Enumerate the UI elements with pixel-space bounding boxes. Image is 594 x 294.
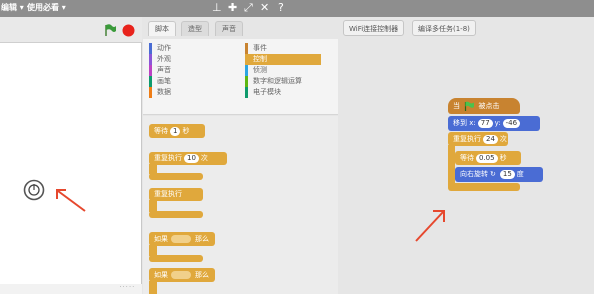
turn-degrees-input[interactable]: 15 xyxy=(499,170,515,179)
sprite-timer[interactable] xyxy=(23,179,45,201)
repeat-block-label: 重复执行 xyxy=(154,154,182,162)
palette-tabs: 脚本 造型 声音 xyxy=(143,17,338,39)
category-pen[interactable]: 画笔 xyxy=(149,76,239,87)
forever-block-label: 重复执行 xyxy=(154,190,182,198)
shrink-icon[interactable]: ✕ xyxy=(260,1,269,15)
wait-block-label: 等待 xyxy=(154,127,168,135)
hat-label: 当 xyxy=(453,102,460,110)
repeat-count-input[interactable]: 24 xyxy=(483,135,498,144)
stage[interactable] xyxy=(0,43,142,286)
wait-label: 等待 xyxy=(460,154,474,162)
stage-coords: · · · · · xyxy=(119,284,134,290)
y-label: y: xyxy=(494,119,501,127)
wait-block[interactable]: 等待 1 秒 xyxy=(149,124,205,138)
menu-usage[interactable]: 使用必看 ▾ xyxy=(27,2,66,13)
expand-icon[interactable]: ⤢ xyxy=(244,1,253,15)
forever-block[interactable]: 重复执行 xyxy=(149,188,209,218)
category-sensing[interactable]: 侦测 xyxy=(245,65,321,76)
red-arrow-annotation xyxy=(56,189,86,212)
tab-scripts[interactable]: 脚本 xyxy=(148,21,176,36)
category-electronics[interactable]: 电子模块 xyxy=(245,87,321,98)
category-sound[interactable]: 声音 xyxy=(149,65,239,76)
wait-block-unit: 秒 xyxy=(182,127,190,135)
green-flag-icon xyxy=(465,101,475,111)
go-to-label: 移到 x: xyxy=(453,119,476,127)
tab-costumes[interactable]: 造型 xyxy=(181,21,209,36)
stop-icon[interactable] xyxy=(122,24,135,37)
when-flag-clicked-block[interactable]: 当 被点击 xyxy=(448,98,520,114)
if-block[interactable]: 如果 那么 xyxy=(149,232,219,262)
category-operators[interactable]: 数字和逻辑运算 xyxy=(245,76,321,87)
wait-block-value[interactable]: 1 xyxy=(170,127,181,136)
repeat-block-value[interactable]: 10 xyxy=(184,154,199,163)
menu-edit[interactable]: 编辑 ▾ xyxy=(1,2,24,13)
category-looks[interactable]: 外观 xyxy=(149,54,239,65)
help-icon[interactable]: ? xyxy=(278,1,284,15)
stamp-icon[interactable]: ⊥ xyxy=(212,1,222,15)
stage-header xyxy=(0,17,142,43)
stage-footer: · · · · · xyxy=(0,284,142,294)
category-events[interactable]: 事件 xyxy=(245,43,321,54)
category-list: 动作 外观 声音 画笔 数据 事件 控制 侦测 数字和逻辑运算 电子模块 xyxy=(143,39,338,115)
turn-label: 向右旋转 xyxy=(460,170,488,178)
x-value-input[interactable]: 77 xyxy=(477,119,493,128)
go-to-xy-block[interactable]: 移到 x: 77 y: -46 xyxy=(448,116,540,131)
if-block-2[interactable]: 如果 那么 xyxy=(149,268,219,294)
if-block-2-label: 如果 xyxy=(154,271,168,279)
hat-suffix: 被点击 xyxy=(478,102,500,110)
turn-right-block[interactable]: 向右旋转 ↻ 15 度 xyxy=(455,167,543,182)
repeat-unit: 次 xyxy=(499,135,507,143)
category-motion[interactable]: 动作 xyxy=(149,43,239,54)
if-block-then: 那么 xyxy=(195,235,209,243)
y-value-input[interactable]: -46 xyxy=(502,119,521,128)
red-arrow-annotation xyxy=(415,210,445,242)
category-data[interactable]: 数据 xyxy=(149,87,239,98)
wait-0-05-block[interactable]: 等待 0.05 秒 xyxy=(455,151,521,165)
category-control[interactable]: 控制 xyxy=(245,54,321,65)
wait-seconds-input[interactable]: 0.05 xyxy=(476,154,498,163)
wait-unit: 秒 xyxy=(499,154,507,162)
repeat-block-unit: 次 xyxy=(200,154,208,162)
block-palette: 等待 1 秒 重复执行 10 次 重复执行 如果 那么 如果 那么 xyxy=(143,116,338,294)
rotate-cw-icon: ↻ xyxy=(490,170,496,178)
if-block-2-then: 那么 xyxy=(195,271,209,279)
grow-icon[interactable]: ✚ xyxy=(228,1,237,15)
tab-sounds[interactable]: 声音 xyxy=(215,21,243,36)
turn-unit: 度 xyxy=(516,170,524,178)
green-flag-icon[interactable] xyxy=(104,24,116,36)
if-block-label: 如果 xyxy=(154,235,168,243)
repeat-block[interactable]: 重复执行 10 次 xyxy=(149,152,229,180)
top-menu-bar: 编辑 ▾ 使用必看 ▾ ⊥ ✚ ⤢ ✕ ? xyxy=(0,0,594,17)
compile-multitask-button[interactable]: 编译多任务(1-8) xyxy=(412,20,476,36)
repeat-label: 重复执行 xyxy=(453,135,481,143)
wifi-controller-button[interactable]: WiFi连接控制器 xyxy=(343,20,405,36)
